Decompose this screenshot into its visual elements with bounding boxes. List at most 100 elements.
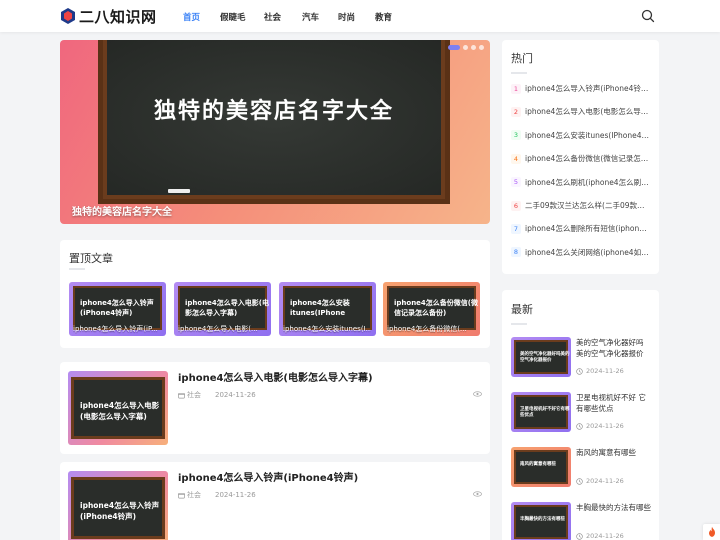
nav-item-auto[interactable]: 汽车: [302, 11, 319, 23]
latest-title[interactable]: 南风的寓意有哪些: [576, 447, 652, 458]
latest-item[interactable]: 丰胸最快的方法有哪些 丰胸最快的方法有哪些 2024-11-26: [511, 502, 651, 540]
site-header: 二八知识网 首页 假睫毛 社会 汽车 时尚 教育: [0, 0, 720, 32]
hot-list-item[interactable]: 8 iphone4怎么关闭网络(iphone4如何关...: [511, 247, 651, 258]
sticky-card-caption: iphone4怎么备份微信(...: [387, 325, 467, 333]
sticky-section-title: 置顶文章: [69, 252, 113, 265]
latest-date: 2024-11-26: [586, 422, 624, 430]
latest-thumbnail[interactable]: 南风的寓意有哪些: [511, 447, 571, 487]
floating-hot-button[interactable]: [703, 524, 720, 540]
nav-item-false-lashes[interactable]: 假睫毛: [220, 11, 246, 23]
sticky-card[interactable]: iphone4怎么备份微信(微信记录怎么备份) iphone4怎么备份微信(..…: [383, 282, 480, 336]
hot-item-title[interactable]: iphone4怎么安装itunes(IPhone4怎么...: [525, 130, 651, 141]
article-category[interactable]: 社会: [187, 390, 201, 400]
nav-item-home[interactable]: 首页: [183, 11, 200, 23]
sticky-card-caption: iphone4怎么安装itunes(I...: [283, 325, 371, 333]
latest-date-row: 2024-11-26: [576, 422, 624, 430]
sticky-card-board-text: iphone4怎么导入电影(电影怎么导入字幕): [185, 299, 270, 317]
hero-carousel[interactable]: 独特的美容店名字大全 独特的美容店名字大全: [60, 40, 490, 224]
sticky-card[interactable]: iphone4怎么安装itunes(IPhone iphone4怎么安装itun…: [279, 282, 376, 336]
latest-title[interactable]: 卫星电视机好不好 它有哪些优点: [576, 392, 652, 414]
hot-list-item[interactable]: 3 iphone4怎么安装itunes(IPhone4怎么...: [511, 130, 651, 141]
article-thumbnail[interactable]: iphone4怎么导入电影(电影怎么导入字幕): [68, 371, 168, 445]
carousel-dot-2[interactable]: [463, 45, 468, 50]
latest-date: 2024-11-26: [586, 367, 624, 375]
carousel-indicators: [448, 45, 484, 50]
article-card[interactable]: iphone4怎么导入铃声(iPhone4铃声) iphone4怎么导入铃声(i…: [60, 462, 490, 540]
hot-list-item[interactable]: 7 iphone4怎么删除所有短信(iphone4怎...: [511, 223, 651, 234]
hot-list-item[interactable]: 4 iphone4怎么备份微信(微信记录怎么...: [511, 153, 651, 164]
hot-item-title[interactable]: iphone4怎么导入电影(电影怎么导入...: [525, 106, 651, 117]
hot-rank-badge: 1: [511, 83, 521, 94]
hot-rank-badge: 3: [511, 130, 521, 141]
article-thumbnail[interactable]: iphone4怎么导入铃声(iPhone4铃声): [68, 471, 168, 540]
article-category[interactable]: 社会: [187, 490, 201, 500]
article-card[interactable]: iphone4怎么导入电影(电影怎么导入字幕) iphone4怎么导入电影(电影…: [60, 362, 490, 454]
thumb-board-text: iphone4怎么导入铃声(iPhone4铃声): [80, 501, 160, 521]
hero-caption[interactable]: 独特的美容店名字大全: [72, 203, 172, 218]
chalk-piece: [168, 189, 190, 193]
section-divider: [69, 268, 85, 270]
carousel-dot-3[interactable]: [471, 45, 476, 50]
article-meta: 社会 2024-11-26: [178, 390, 256, 400]
hot-list-item[interactable]: 6 二手09款汉兰达怎么样(二手09款汉兰...: [511, 200, 651, 211]
latest-panel-title: 最新: [511, 303, 533, 316]
sticky-card-caption: iphone4怎么导入电影(...: [178, 325, 258, 333]
hot-item-title[interactable]: iphone4怎么备份微信(微信记录怎么...: [525, 153, 651, 164]
sticky-articles-section: 置顶文章 iphone4怎么导入铃声(iPhone4铃声) iphone4怎么导…: [60, 240, 490, 348]
latest-date: 2024-11-26: [586, 477, 624, 485]
sticky-card[interactable]: iphone4怎么导入铃声(iPhone4铃声) iphone4怎么导入铃声(i…: [69, 282, 166, 336]
latest-title[interactable]: 美的空气净化器好吗 美的空气净化器报价: [576, 337, 652, 359]
nav-item-fashion[interactable]: 时尚: [338, 11, 355, 23]
latest-date-row: 2024-11-26: [576, 367, 624, 375]
section-divider: [511, 323, 527, 325]
hot-list-item[interactable]: 5 iphone4怎么刷机(iphone4怎么刷机下...: [511, 177, 651, 188]
latest-date: 2024-11-26: [586, 532, 624, 540]
fire-icon: [709, 526, 715, 537]
latest-date-row: 2024-11-26: [576, 532, 624, 540]
latest-title[interactable]: 丰胸最快的方法有哪些: [576, 502, 652, 513]
views-icon: [473, 391, 482, 397]
hot-list-item[interactable]: 2 iphone4怎么导入电影(电影怎么导入...: [511, 106, 651, 117]
clock-icon: [576, 422, 583, 430]
latest-thumb-text: 丰胸最快的方法有哪些: [520, 517, 565, 522]
article-title[interactable]: iphone4怎么导入电影(电影怎么导入字幕): [178, 369, 373, 384]
hot-rank-badge: 8: [511, 247, 521, 258]
latest-thumb-text: 美的空气净化器好吗美的空气净化器报价: [520, 352, 570, 363]
carousel-dot-4[interactable]: [479, 45, 484, 50]
logo-icon: [61, 8, 75, 24]
hot-item-title[interactable]: iphone4怎么删除所有短信(iphone4怎...: [525, 223, 651, 234]
logo-text: 二八知识网: [79, 7, 157, 26]
hot-list-item[interactable]: 1 iphone4怎么导入铃声(iPhone4铃声): [511, 83, 651, 94]
article-meta: 社会 2024-11-26: [178, 490, 256, 500]
hot-rank-badge: 4: [511, 153, 521, 164]
hero-chalkboard: 独特的美容店名字大全: [98, 40, 450, 204]
site-logo[interactable]: 二八知识网: [61, 6, 157, 26]
hot-panel: 热门 1 iphone4怎么导入铃声(iPhone4铃声) 2 iphone4怎么导入…: [502, 40, 659, 274]
hot-rank-badge: 5: [511, 177, 521, 188]
clock-icon: [576, 532, 583, 540]
latest-item[interactable]: 美的空气净化器好吗美的空气净化器报价 美的空气净化器好吗 美的空气净化器报价 2…: [511, 337, 651, 377]
hero-board-title: 独特的美容店名字大全: [153, 99, 394, 124]
nav-item-society[interactable]: 社会: [264, 11, 281, 23]
latest-thumbnail[interactable]: 卫星电视机好不好它有哪些优点: [511, 392, 571, 432]
nav-item-education[interactable]: 教育: [375, 11, 392, 23]
hot-item-title[interactable]: 二手09款汉兰达怎么样(二手09款汉兰...: [525, 200, 651, 211]
carousel-dot-1[interactable]: [448, 45, 460, 50]
hot-rank-badge: 7: [511, 223, 521, 234]
sticky-card-board-text: iphone4怎么导入铃声(iPhone4铃声): [80, 299, 154, 317]
hot-item-title[interactable]: iphone4怎么导入铃声(iPhone4铃声): [525, 83, 651, 94]
sticky-card[interactable]: iphone4怎么导入电影(电影怎么导入字幕) iphone4怎么导入电影(..…: [174, 282, 271, 336]
article-title[interactable]: iphone4怎么导入铃声(iPhone4铃声): [178, 469, 358, 484]
latest-item[interactable]: 南风的寓意有哪些 南风的寓意有哪些 2024-11-26: [511, 447, 651, 487]
section-divider: [511, 72, 527, 74]
hot-item-title[interactable]: iphone4怎么刷机(iphone4怎么刷机下...: [525, 177, 651, 188]
latest-thumbnail[interactable]: 丰胸最快的方法有哪些: [511, 502, 571, 540]
sticky-card-board-text: iphone4怎么安装itunes(IPhone: [290, 299, 350, 317]
hot-rank-badge: 2: [511, 106, 521, 117]
latest-thumbnail[interactable]: 美的空气净化器好吗美的空气净化器报价: [511, 337, 571, 377]
search-icon[interactable]: [641, 9, 655, 23]
latest-item[interactable]: 卫星电视机好不好它有哪些优点 卫星电视机好不好 它有哪些优点 2024-11-2…: [511, 392, 651, 432]
latest-date-row: 2024-11-26: [576, 477, 624, 485]
category-icon: [178, 492, 185, 498]
hot-item-title[interactable]: iphone4怎么关闭网络(iphone4如何关...: [525, 247, 651, 258]
